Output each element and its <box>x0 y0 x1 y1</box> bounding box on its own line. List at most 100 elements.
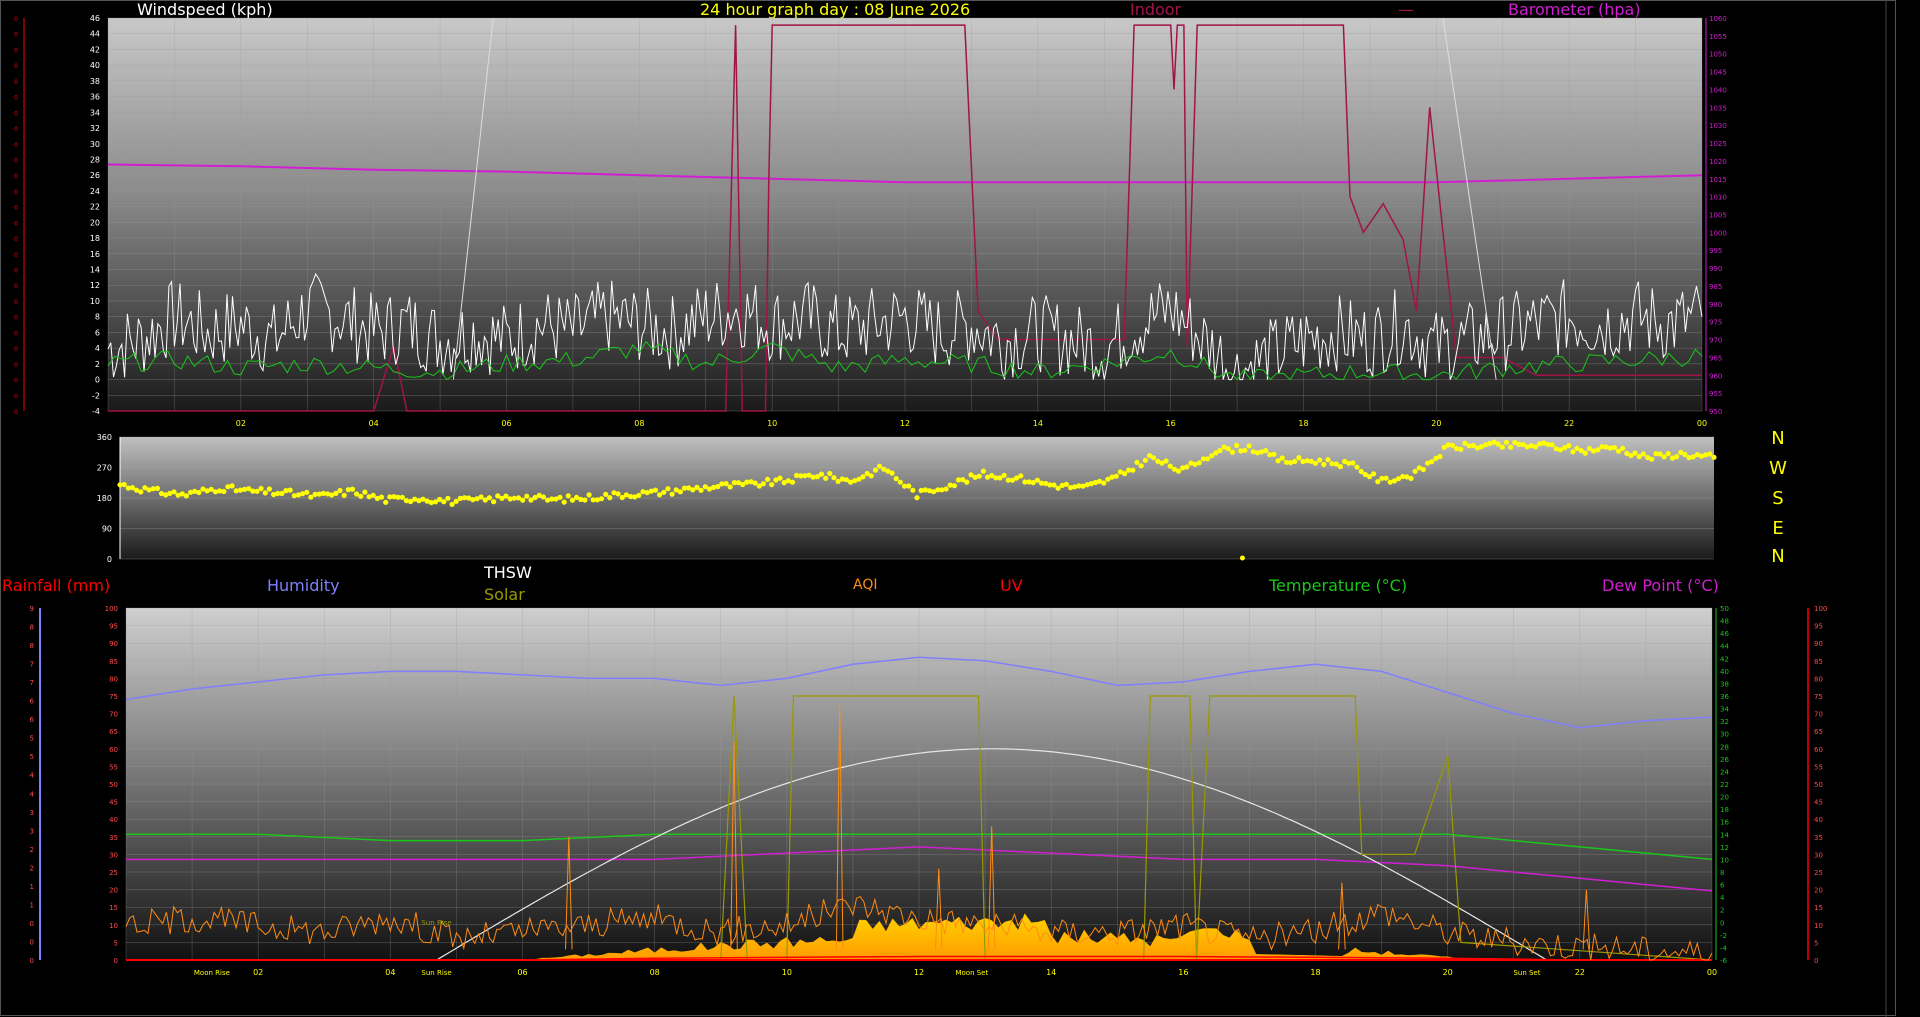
wind-tick-label: 34 <box>90 108 100 117</box>
wind-tick-label: 6 <box>95 328 100 337</box>
direction-point <box>520 497 526 503</box>
far-left-tick-label: 0 <box>14 16 18 23</box>
barometer-tick-label: 955 <box>1709 390 1722 398</box>
wind-tick-label: 46 <box>90 14 100 23</box>
event-annotation: Moon Rise <box>194 969 230 977</box>
event-annotation: Sun Rise <box>421 969 451 977</box>
humidity-tick-label: 65 <box>109 728 118 736</box>
lower-panel-grid <box>125 607 1713 961</box>
direction-point <box>652 487 659 493</box>
temperature-label: Temperature (°C) <box>1268 576 1407 595</box>
direction-point <box>665 486 671 492</box>
humidity-tick-label: 15 <box>109 904 118 912</box>
direction-point <box>1566 443 1572 449</box>
direction-point <box>910 487 916 493</box>
wind-tick-label: 12 <box>90 281 100 290</box>
uv-label: UV <box>1000 576 1023 595</box>
aqi-label: AQI <box>853 577 877 593</box>
direction-point <box>1383 475 1389 481</box>
far-right-tick-label: 25 <box>1814 869 1823 877</box>
direction-point <box>727 484 733 490</box>
humidity-label: Humidity <box>267 576 340 595</box>
wind-x-tick-label: 08 <box>634 419 644 428</box>
far-right-tick-label: 0 <box>1814 957 1818 965</box>
far-left-tick-label: 0 <box>14 346 18 353</box>
temperature-tick-label: 40 <box>1720 668 1729 676</box>
temperature-tick-label: 46 <box>1720 630 1729 638</box>
far-left-tick-label: 0 <box>14 142 18 149</box>
rainfall-tick-label: 3 <box>30 809 34 817</box>
direction-point <box>669 491 675 497</box>
direction-point <box>1437 453 1443 460</box>
far-right-tick-label: 50 <box>1814 781 1823 789</box>
far-left-tick-label: 0 <box>14 189 18 196</box>
barometer-tick-label: 1060 <box>1709 15 1727 23</box>
lower-x-tick-label: 14 <box>1046 968 1056 977</box>
rainfall-tick-label: 8 <box>30 642 34 650</box>
direction-point <box>586 492 592 498</box>
barometer-tick-label: 995 <box>1709 247 1722 255</box>
direction-point <box>138 489 144 495</box>
wind-tick-label: 20 <box>90 218 100 227</box>
direction-point <box>1495 441 1501 447</box>
direction-point <box>1707 451 1713 457</box>
barometer-tick-label: 1040 <box>1709 86 1727 94</box>
direction-point <box>1325 457 1331 463</box>
direction-point <box>964 479 970 485</box>
barometer-tick-label: 985 <box>1709 283 1722 291</box>
wind-tick-label: 4 <box>95 344 100 353</box>
direction-point <box>1350 460 1356 466</box>
wind-x-tick-label: 00 <box>1697 419 1707 428</box>
direction-point <box>1615 448 1622 454</box>
wind-x-axis: 02 04 06 08 10 12 14 16 18 20 22 00 <box>236 419 1707 428</box>
humidity-tick-label: 80 <box>109 675 118 683</box>
humidity-tick-label: 35 <box>109 834 118 842</box>
far-right-tick-label: 65 <box>1814 728 1823 736</box>
direction-point <box>765 476 771 482</box>
rainfall-tick-label: 0 <box>30 957 34 965</box>
humidity-tick-label: 60 <box>109 746 118 754</box>
humidity-tick-label: 85 <box>109 658 118 666</box>
far-left-tick-label: 0 <box>14 173 18 180</box>
direction-point <box>1184 464 1190 470</box>
temperature-tick-label: 14 <box>1720 831 1729 839</box>
direction-point <box>1449 442 1456 448</box>
direction-point <box>1271 451 1277 457</box>
wind-tick-label: -4 <box>92 407 100 416</box>
barometer-tick-label: 1020 <box>1709 158 1727 166</box>
direction-point <box>1674 454 1680 460</box>
direction-tick-label: 360 <box>97 433 112 442</box>
wind-tick-label: 14 <box>90 266 100 275</box>
temperature-tick-label: 24 <box>1720 768 1729 776</box>
rainfall-tick-label: 6 <box>30 698 35 706</box>
rainfall-tick-label: 8 <box>30 624 34 632</box>
lower-x-tick-label: 18 <box>1310 968 1320 977</box>
direction-point <box>1001 472 1007 478</box>
direction-point <box>358 493 364 499</box>
far-left-tick-label: 0 <box>14 63 18 70</box>
lower-x-tick-label: 08 <box>650 968 660 977</box>
direction-point <box>262 490 268 496</box>
direction-point <box>1321 461 1327 468</box>
rainfall-tick-label: 2 <box>30 864 34 872</box>
rainfall-tick-label: 3 <box>30 827 34 835</box>
barometer-tick-label: 1030 <box>1709 122 1727 130</box>
direction-point <box>1354 464 1360 470</box>
temperature-tick-label: 34 <box>1720 706 1729 714</box>
temperature-tick-label: 36 <box>1720 693 1729 701</box>
direction-point <box>561 499 567 505</box>
direction-point <box>337 487 343 494</box>
direction-point <box>1595 447 1601 453</box>
temperature-tick-label: 50 <box>1720 605 1729 613</box>
solar-label: Solar <box>484 585 525 604</box>
wind-tick-label: 18 <box>90 234 100 243</box>
far-left-tick-label: 0 <box>14 252 18 259</box>
barometer-tick-label: 980 <box>1709 301 1722 309</box>
direction-point <box>154 485 160 491</box>
humidity-tick-label: 10 <box>109 922 118 930</box>
wind-tick-label: 10 <box>90 297 100 306</box>
direction-point <box>789 479 796 485</box>
indoor-dash-label: — <box>1398 0 1414 19</box>
direction-tick-label: 90 <box>102 525 112 534</box>
temperature-tick-label: 18 <box>1720 806 1729 814</box>
